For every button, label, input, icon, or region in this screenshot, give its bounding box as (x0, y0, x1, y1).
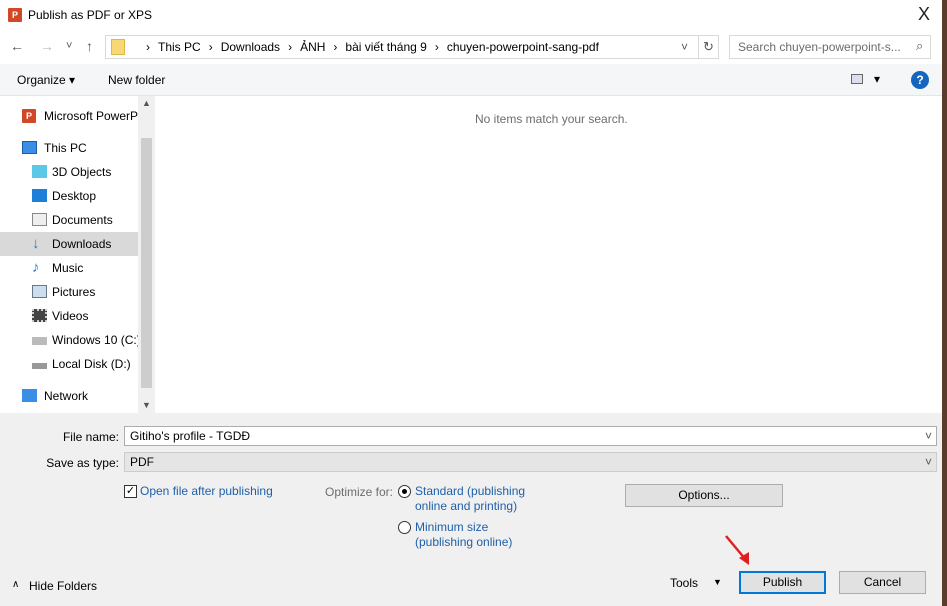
standard-radio[interactable] (398, 485, 411, 498)
window-title: Publish as PDF or XPS (28, 8, 153, 22)
desktop-icon (32, 189, 47, 202)
sidebar-item-videos[interactable]: Videos (0, 304, 138, 328)
address-bar[interactable]: › This PC › Downloads › ẢNH › bài viết tháng… (105, 35, 719, 59)
sidebar-item-pictures[interactable]: Pictures (0, 280, 138, 304)
desktop-background (942, 0, 947, 606)
file-name-value: Gitiho's profile - TGDĐ (130, 429, 251, 443)
breadcrumb-current[interactable]: chuyen-powerpoint-sang-pdf (447, 40, 599, 54)
save-type-select[interactable]: PDF ˅ (124, 452, 937, 472)
minimum-line-2: (publishing online) (415, 535, 513, 549)
search-icon: ⌕ (916, 38, 924, 53)
minimum-line-1: Minimum size (415, 520, 489, 534)
computer-icon (22, 141, 37, 154)
file-list[interactable]: No items match your search. (155, 96, 942, 413)
breadcrumb-this-pc[interactable]: This PC (158, 40, 201, 54)
recent-locations-button[interactable]: ˅ (66, 40, 72, 52)
view-icon[interactable] (851, 74, 863, 84)
file-name-label: File name: (62, 430, 119, 444)
sidebar-item-label: Videos (52, 309, 89, 323)
sidebar-item-music[interactable]: ♪ Music (0, 256, 138, 280)
sidebar-item-this-pc[interactable]: This PC (0, 136, 138, 160)
hide-folders-button[interactable]: Hide Folders (29, 579, 97, 593)
sidebar-item-label: 3D Objects (52, 165, 112, 179)
standard-line-2: online and printing) (415, 499, 518, 513)
cube-icon (32, 165, 47, 178)
back-button[interactable]: ← (10, 38, 24, 54)
sidebar-item-network[interactable]: Network (0, 384, 138, 408)
breadcrumb-bai-viet[interactable]: bài viết tháng 9 (345, 40, 426, 54)
breadcrumb: › This PC › Downloads › ẢNH › bài viết tháng… (146, 40, 599, 54)
download-arrow-icon: ↓ (32, 235, 40, 252)
sidebar-item-documents[interactable]: Documents (0, 208, 138, 232)
breadcrumb-downloads[interactable]: Downloads (221, 40, 280, 54)
drive-icon (32, 337, 47, 345)
cancel-button[interactable]: Cancel (839, 571, 926, 594)
save-type-value: PDF (130, 455, 154, 469)
scroll-down-arrow[interactable]: ▼ (142, 400, 151, 410)
music-icon: ♪ (32, 259, 40, 276)
chevron-down-icon[interactable]: ˅ (925, 429, 932, 443)
tools-button[interactable]: Tools (670, 576, 698, 590)
sidebar-item-label: Windows 10 (C:) (52, 333, 138, 347)
open-after-label[interactable]: Open file after publishing (140, 484, 273, 498)
toolbar: Organize ▾ New folder ▾ ? (0, 64, 942, 96)
chevron-down-icon[interactable]: ˅ (925, 455, 932, 469)
publish-button[interactable]: Publish (739, 571, 826, 594)
minimum-option-label[interactable]: Minimum size (publishing online) (415, 520, 512, 550)
sidebar-item-local-disk-d[interactable]: Local Disk (D:) (0, 352, 138, 376)
organize-button[interactable]: Organize ▾ (17, 73, 75, 87)
empty-message: No items match your search. (475, 112, 628, 126)
close-button[interactable]: X (918, 4, 930, 25)
tools-dropdown-icon[interactable]: ▼ (713, 577, 722, 587)
title-bar: P Publish as PDF or XPS X (0, 0, 942, 30)
options-button[interactable]: Options... (625, 484, 783, 507)
network-icon (22, 389, 37, 402)
file-name-input[interactable]: Gitiho's profile - TGDĐ ˅ (124, 426, 937, 446)
sidebar-item-label: Desktop (52, 189, 97, 203)
navigation-pane: P Microsoft PowerP This PC 3D Objects Des… (0, 96, 155, 413)
divider (698, 36, 699, 58)
powerpoint-icon: P (8, 8, 22, 22)
sidebar-item-label: Local Disk (D:) (52, 357, 131, 371)
sidebar-item-powerpoint[interactable]: P Microsoft PowerP (0, 104, 138, 128)
sidebar-item-label: Microsoft PowerP (44, 109, 138, 123)
documents-icon (32, 213, 47, 226)
folder-icon (111, 39, 125, 55)
sidebar-item-desktop[interactable]: Desktop (0, 184, 138, 208)
optimize-label: Optimize for: (325, 485, 394, 499)
sidebar-item-label: Documents (52, 213, 113, 227)
sidebar-item-windows-c[interactable]: Windows 10 (C:) (0, 328, 138, 352)
videos-icon (32, 309, 47, 322)
standard-option-label[interactable]: Standard (publishing online and printing) (415, 484, 525, 514)
sidebar-item-label: This PC (44, 141, 87, 155)
sidebar-item-label: Music (52, 261, 84, 275)
sidebar-item-label: Pictures (52, 285, 96, 299)
sidebar-item-label: Downloads (52, 237, 112, 251)
forward-button[interactable]: → (40, 38, 54, 54)
help-button[interactable]: ? (911, 71, 929, 89)
sidebar-item-downloads[interactable]: ↓ Downloads (0, 232, 138, 256)
new-folder-button[interactable]: New folder (108, 73, 165, 87)
scrollbar-thumb[interactable] (141, 138, 152, 388)
address-dropdown[interactable]: ˅ (681, 40, 688, 54)
open-after-checkbox[interactable]: ✓ (124, 485, 137, 498)
pictures-icon (32, 285, 47, 298)
sidebar-item-label: Network (44, 389, 89, 403)
breadcrumb-anh[interactable]: ẢNH (300, 40, 325, 54)
minimum-size-radio[interactable] (398, 521, 411, 534)
chevron-up-icon[interactable]: ∧ (12, 579, 19, 590)
view-dropdown[interactable]: ▾ (874, 72, 880, 86)
scroll-up-arrow[interactable]: ▲ (142, 98, 151, 108)
up-button[interactable]: ↑ (86, 38, 93, 54)
drive-icon (32, 363, 47, 369)
refresh-button[interactable]: ↻ (703, 39, 714, 55)
save-type-label: Save as type: (46, 456, 119, 470)
standard-line-1: Standard (publishing (415, 484, 526, 498)
search-input[interactable]: Search chuyen-powerpoint-s... (729, 35, 931, 59)
red-arrow-annotation (725, 535, 749, 565)
sidebar-item-3d-objects[interactable]: 3D Objects (0, 160, 138, 184)
